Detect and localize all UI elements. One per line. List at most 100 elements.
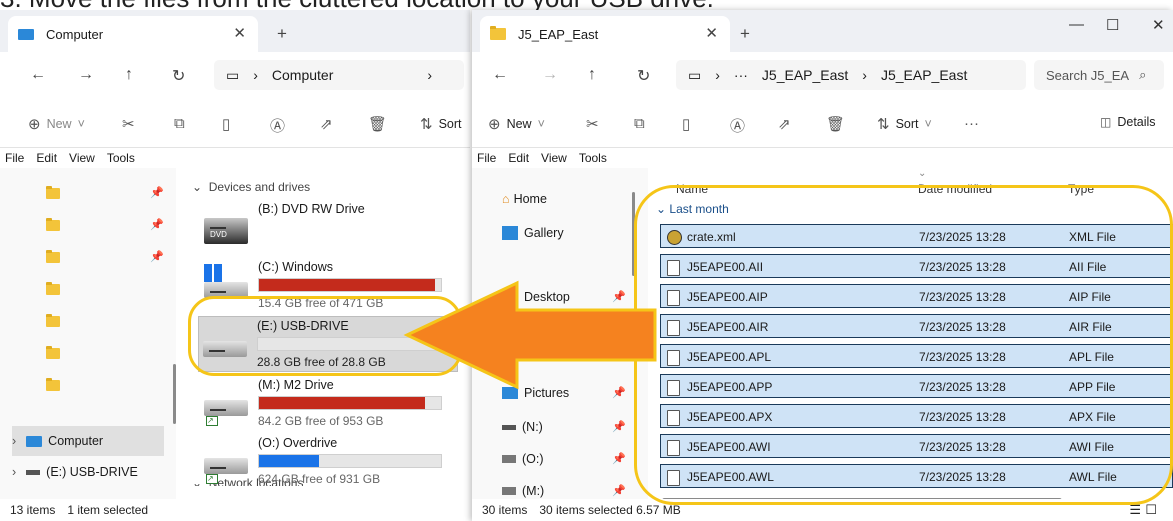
paste-icon[interactable]: ▯ <box>682 115 690 133</box>
close-window-icon[interactable]: ✕ <box>1152 16 1165 34</box>
maximize-icon[interactable]: ☐ <box>1106 16 1119 34</box>
tiles-view-icon[interactable]: ☐ <box>1145 502 1157 518</box>
menu-bar: File Edit View Tools <box>0 148 470 168</box>
address-bar[interactable]: ▭ › Computer › <box>214 60 464 90</box>
status-bar: 13 items 1 item selected <box>0 499 470 521</box>
close-tab-icon[interactable]: ✕ <box>705 24 718 42</box>
shortcut-arrow-icon: ↗ <box>206 474 218 484</box>
drive-name: (C:) Windows <box>258 260 334 274</box>
tab-j5-eap-east[interactable]: J5_EAP_East ✕ <box>480 16 730 52</box>
pin-icon: 📌 <box>150 187 164 199</box>
refresh-icon[interactable]: ↻ <box>637 66 650 86</box>
menu-tools[interactable]: Tools <box>579 151 607 165</box>
address-row: ← → ↑ ↻ ▭ › ··· J5_EAP_East › J5_EAP_Eas… <box>472 52 1173 98</box>
back-arrow-icon[interactable]: ← <box>30 66 46 84</box>
nav-item-home[interactable]: ⌂ Home <box>502 192 547 206</box>
chevron-down-icon: ⌄ <box>192 180 203 194</box>
arrow-left-icon <box>403 280 657 390</box>
delete-icon[interactable]: 🗑 <box>826 115 845 133</box>
network-drive-icon <box>502 455 516 463</box>
drive-name: (B:) DVD RW Drive <box>258 202 365 216</box>
folder-icon[interactable] <box>46 378 60 391</box>
breadcrumb-computer[interactable]: Computer <box>272 67 333 83</box>
up-arrow-icon[interactable]: ↑ <box>125 66 133 84</box>
monitor-icon: ▭ <box>688 66 702 83</box>
drive-name: (O:) Overdrive <box>258 436 338 450</box>
breadcrumb-j5-eap-east-parent[interactable]: J5_EAP_East <box>762 67 848 83</box>
search-box[interactable]: Search J5_EA ⌕ <box>1034 60 1164 90</box>
nav-item-gallery[interactable]: Gallery <box>502 226 564 240</box>
minimize-icon[interactable]: — <box>1069 16 1084 33</box>
folder-icon[interactable] <box>46 346 60 359</box>
plus-circle-icon: ⊕ <box>488 116 501 133</box>
breadcrumb-overflow[interactable]: ··· <box>734 67 748 83</box>
drive-icon <box>502 424 516 430</box>
chevron-down-icon: ˅ <box>537 117 545 131</box>
group-header-devices[interactable]: ⌄ Devices and drives <box>192 180 310 194</box>
rename-icon[interactable]: Ⓐ <box>730 115 745 136</box>
delete-icon[interactable]: 🗑 <box>368 115 387 133</box>
tab-computer[interactable]: Computer ✕ <box>8 16 258 52</box>
chevron-right-icon[interactable]: › <box>12 434 16 448</box>
chevron-down-icon: ˅ <box>77 117 85 131</box>
rename-icon[interactable]: Ⓐ <box>270 115 285 136</box>
up-arrow-icon[interactable]: ↑ <box>588 66 596 84</box>
paste-icon[interactable]: ▯ <box>222 115 230 133</box>
sort-arrows-icon: ⇅ <box>877 116 890 133</box>
network-drive-icon <box>502 487 516 495</box>
folder-icon[interactable] <box>46 314 60 327</box>
close-tab-icon[interactable]: ✕ <box>233 24 246 42</box>
copy-icon[interactable]: ⧉ <box>174 115 185 132</box>
menu-edit[interactable]: Edit <box>508 151 529 165</box>
forward-arrow-icon[interactable]: → <box>78 66 94 84</box>
drive-dvd[interactable]: DVD (B:) DVD RW Drive <box>200 200 460 256</box>
address-bar[interactable]: ▭ › ··· J5_EAP_East › J5_EAP_East <box>676 60 1026 90</box>
copy-icon[interactable]: ⧉ <box>634 115 645 132</box>
menu-view[interactable]: View <box>541 151 567 165</box>
cut-icon[interactable]: ✂ <box>122 115 135 133</box>
share-icon[interactable]: ⇗ <box>320 115 333 133</box>
refresh-icon[interactable]: ↻ <box>172 66 185 86</box>
chevron-right-icon[interactable]: › <box>12 465 16 479</box>
gallery-icon <box>502 226 518 240</box>
tab-bar: J5_EAP_East ✕ + — ☐ ✕ <box>472 10 1173 52</box>
pin-icon: 📌 <box>612 421 626 433</box>
folder-icon[interactable] <box>46 218 60 231</box>
pin-icon: 📌 <box>150 219 164 231</box>
plus-circle-icon: ⊕ <box>28 116 41 133</box>
menu-tools[interactable]: Tools <box>107 151 135 165</box>
new-button[interactable]: ⊕ New ˅ <box>488 115 545 133</box>
more-options-button[interactable]: ··· <box>964 115 979 132</box>
search-placeholder: Search J5_EA <box>1046 67 1130 83</box>
back-arrow-icon[interactable]: ← <box>492 66 508 84</box>
drive-o[interactable]: ↗ (O:) Overdrive 624 GB free of 931 GB <box>200 434 460 490</box>
details-button[interactable]: ◫ Details <box>1100 115 1156 129</box>
sort-button[interactable]: ⇅ Sort <box>420 115 462 133</box>
new-tab-icon[interactable]: + <box>740 24 750 44</box>
usage-bar <box>258 454 442 468</box>
menu-view[interactable]: View <box>69 151 95 165</box>
folder-icon[interactable] <box>46 282 60 295</box>
new-tab-icon[interactable]: + <box>277 24 287 44</box>
cut-icon[interactable]: ✂ <box>586 115 599 133</box>
hard-drive-icon <box>204 400 248 416</box>
nav-item-drive-o[interactable]: (O:) <box>502 452 544 466</box>
nav-item-usb-drive[interactable]: › (E:) USB-DRIVE <box>12 460 138 484</box>
nav-item-drive-m[interactable]: (M:) <box>502 484 544 498</box>
breadcrumb-j5-eap-east[interactable]: J5_EAP_East <box>881 67 967 83</box>
menu-edit[interactable]: Edit <box>36 151 57 165</box>
new-button[interactable]: ⊕ New ˅ <box>28 115 85 133</box>
forward-arrow-icon[interactable]: → <box>542 66 558 84</box>
share-icon[interactable]: ⇗ <box>778 115 791 133</box>
folder-icon[interactable] <box>46 186 60 199</box>
monitor-icon: ▭ <box>226 66 240 83</box>
menu-file[interactable]: File <box>5 151 24 165</box>
chevron-right-icon[interactable]: › <box>427 67 432 83</box>
menu-file[interactable]: File <box>477 151 496 165</box>
nav-item-drive-n[interactable]: (N:) <box>502 420 543 434</box>
sort-button[interactable]: ⇅ Sort ˅ <box>877 115 932 133</box>
nav-item-computer[interactable]: › Computer <box>12 426 164 456</box>
instruction-caption: 3. Move the files from the cluttered loc… <box>0 0 1173 10</box>
move-arrow <box>403 280 657 390</box>
folder-icon[interactable] <box>46 250 60 263</box>
